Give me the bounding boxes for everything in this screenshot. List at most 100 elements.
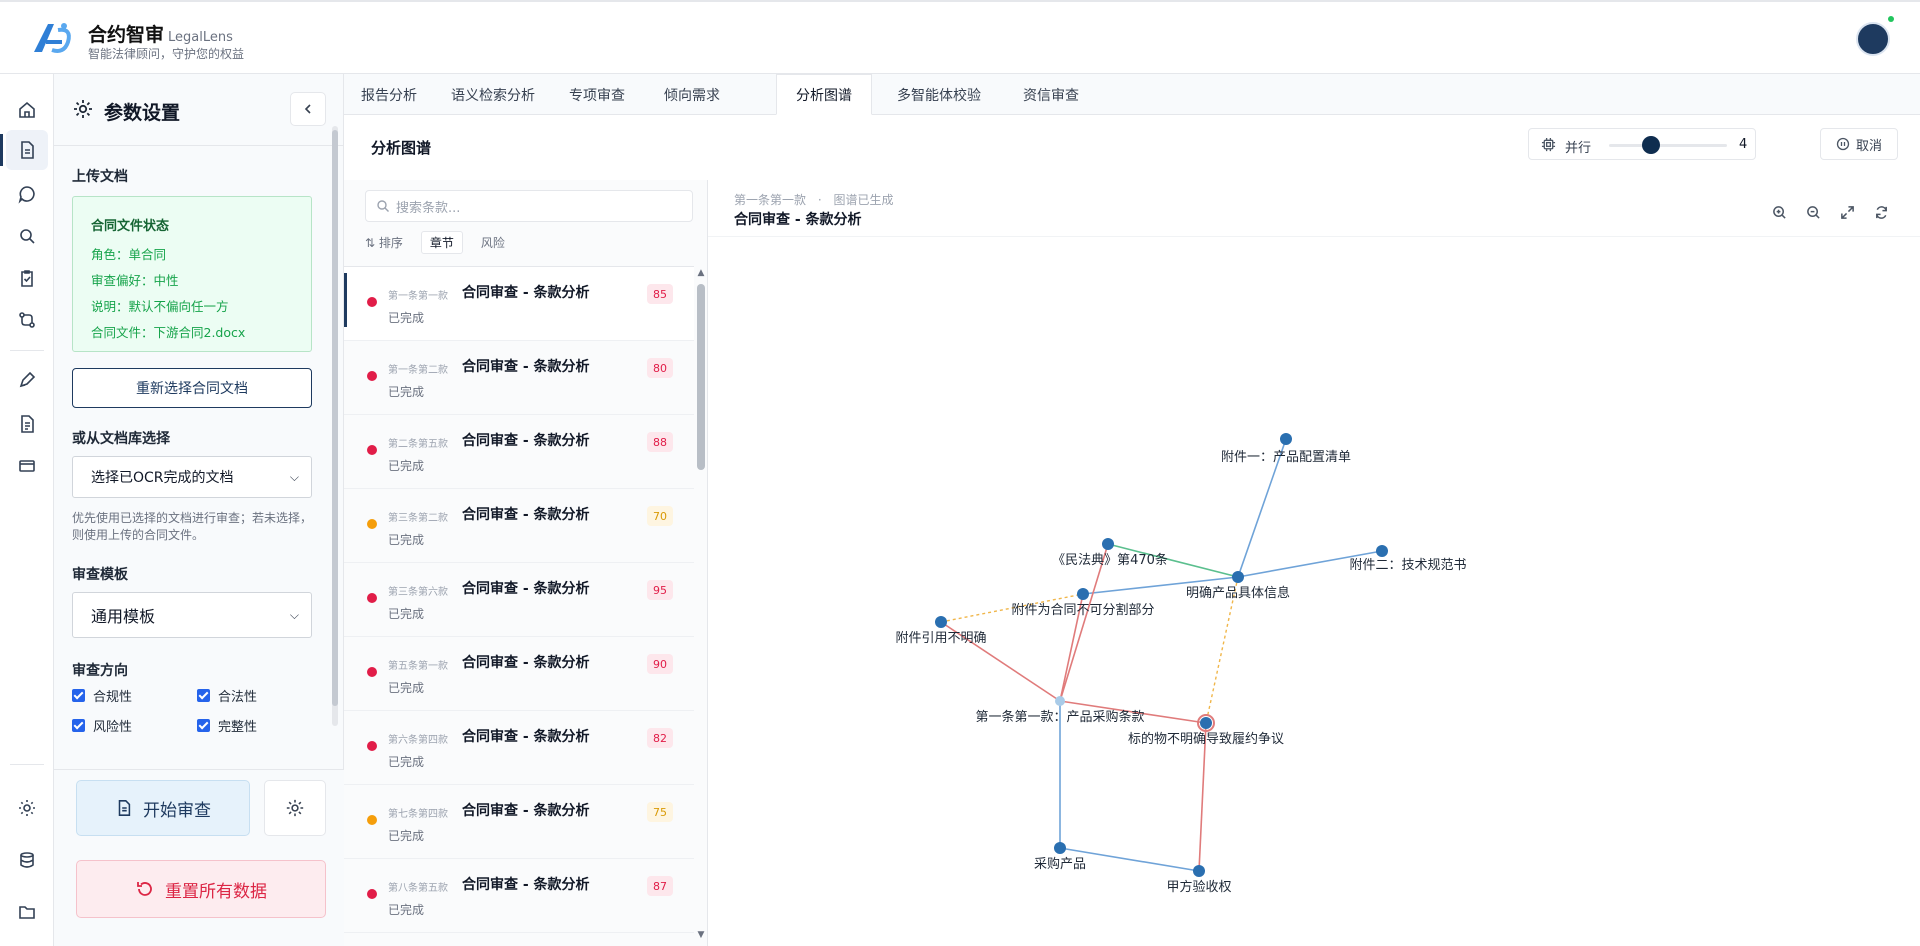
graph-node-label: 附件一：产品配置清单	[1221, 450, 1351, 465]
graph-node[interactable]	[1193, 865, 1205, 877]
status-title: 合同文件状态	[91, 219, 170, 234]
clause-list-scrollbar[interactable]: ▲ ▼	[696, 266, 706, 946]
clause-item[interactable]: 第一条第二款 合同审查 - 条款分析 已完成 80	[344, 341, 694, 415]
checkbox-checked[interactable]	[197, 719, 210, 732]
tab-report[interactable]: 报告分析	[344, 74, 434, 115]
review-settings-button[interactable]	[264, 780, 326, 836]
home-icon[interactable]	[6, 90, 48, 130]
scroll-up-arrow[interactable]: ▲	[696, 268, 706, 278]
check-label: 风险性	[93, 720, 133, 735]
clause-code: 第一条第二款	[388, 365, 448, 376]
reselect-contract-button[interactable]: 重新选择合同文档	[72, 368, 312, 408]
sort-by-section[interactable]: 章节	[420, 230, 463, 254]
risk-score-badge: 80	[647, 358, 673, 378]
clause-state: 已完成	[388, 681, 425, 695]
search-icon[interactable]	[6, 216, 48, 256]
scroll-thumb[interactable]	[697, 284, 705, 470]
risk-dot	[367, 519, 377, 529]
risk-score-badge: 95	[647, 580, 673, 600]
checkbox-checked[interactable]	[72, 719, 85, 732]
card-icon[interactable]	[6, 446, 48, 486]
chat-icon[interactable]	[6, 174, 48, 214]
risk-score-badge: 87	[647, 876, 673, 896]
graph-node[interactable]	[1232, 571, 1244, 583]
scroll-down-arrow[interactable]: ▼	[696, 930, 706, 940]
graph-node[interactable]	[935, 616, 947, 628]
clause-item[interactable]: 第三条第二款 合同审查 - 条款分析 已完成 70	[344, 489, 694, 563]
clause-item[interactable]: 第五条第一款 合同审查 - 条款分析 已完成 90	[344, 637, 694, 711]
scroll-thumb[interactable]	[332, 130, 338, 706]
knowledge-graph[interactable]: 附件一：产品配置清单《民法典》第470条 附件二：技术规范书明确产品具体信息附件为…	[708, 180, 1920, 946]
library-select[interactable]: 选择已OCR完成的文档 ⌵	[72, 456, 312, 498]
nav-rail	[0, 74, 54, 946]
database-icon[interactable]	[6, 840, 48, 880]
clause-state: 已完成	[388, 903, 425, 917]
graph-node[interactable]	[1376, 545, 1388, 557]
settings-title: 参数设置	[104, 102, 181, 124]
folder-icon[interactable]	[6, 892, 48, 932]
start-review-button[interactable]: 开始审查	[76, 780, 250, 836]
graph-node[interactable]	[1102, 538, 1114, 550]
risk-score-badge: 82	[647, 728, 673, 748]
clause-code: 第五条第一款	[388, 661, 448, 672]
file-text-icon[interactable]	[6, 404, 48, 444]
clause-item[interactable]: 第二条第五款 合同审查 - 条款分析 已完成 88	[344, 415, 694, 489]
check-compliance[interactable]: 合规性	[72, 686, 132, 705]
tab-semantic[interactable]: 语义检索分析	[434, 74, 552, 115]
sort-button[interactable]: ⇅ 排序	[365, 232, 411, 253]
clause-search-input[interactable]: 搜索条款...	[365, 190, 693, 222]
template-select[interactable]: 通用模板 ⌵	[72, 592, 312, 638]
pause-circle-icon	[1836, 137, 1850, 151]
tab-multi-agent[interactable]: 多智能体校验	[874, 74, 1004, 115]
graph-node-label: 第一条第一款：产品采购条款	[975, 709, 1144, 725]
user-avatar[interactable]	[1856, 22, 1890, 56]
clipboard-check-icon[interactable]	[6, 258, 48, 298]
clause-item[interactable]: 第八条第五款 合同审查 - 条款分析 已完成 87	[344, 859, 694, 933]
reset-all-button[interactable]: 重置所有数据	[76, 860, 326, 918]
graph-node[interactable]	[1054, 842, 1066, 854]
risk-score-badge: 90	[647, 654, 673, 674]
clause-item[interactable]: 第六条第四款 合同审查 - 条款分析 已完成 82	[344, 711, 694, 785]
tab-analysis-graph[interactable]: 分析图谱	[776, 74, 872, 115]
document-icon[interactable]	[0, 130, 48, 170]
git-compare-icon[interactable]	[6, 300, 48, 340]
risk-dot	[367, 667, 377, 677]
graph-node[interactable]	[1200, 717, 1212, 729]
check-risk[interactable]: 风险性	[72, 716, 132, 735]
clause-item[interactable]: 第三条第六款 合同审查 - 条款分析 已完成 95	[344, 563, 694, 637]
sort-by-risk[interactable]: 风险	[473, 232, 513, 253]
parallel-slider-handle[interactable]	[1642, 136, 1661, 154]
clause-item[interactable]: 第七条第四款 合同审查 - 条款分析 已完成 75	[344, 785, 694, 859]
graph-node-label: 附件为合同不可分割部分	[1011, 602, 1154, 618]
check-legality[interactable]: 合法性	[197, 686, 257, 705]
risk-score-badge: 70	[647, 506, 673, 526]
content-title: 分析图谱	[371, 139, 432, 157]
clause-state: 已完成	[388, 311, 425, 325]
app-name-en: LegalLens	[168, 30, 233, 45]
checkbox-checked[interactable]	[197, 689, 210, 702]
clause-code: 第一条第一款	[388, 291, 448, 302]
risk-dot	[367, 815, 377, 825]
collapse-panel-button[interactable]	[290, 92, 326, 126]
online-indicator	[1888, 16, 1894, 22]
chevron-down-icon: ⌵	[289, 469, 299, 484]
check-completeness[interactable]: 完整性	[197, 716, 257, 735]
cancel-button[interactable]: 取消	[1820, 128, 1898, 160]
cancel-label: 取消	[1855, 138, 1882, 154]
tab-preference[interactable]: 倾向需求	[642, 74, 742, 115]
tab-credit[interactable]: 资信审查	[1006, 74, 1096, 115]
tab-special[interactable]: 专项审查	[552, 74, 642, 115]
graph-node[interactable]	[1077, 588, 1089, 600]
clause-list: 第一条第一款 合同审查 - 条款分析 已完成 85 第一条第二款 合同审查 - 条款分析已…	[344, 266, 694, 946]
graph-node[interactable]	[1280, 433, 1292, 445]
panel-scrollbar[interactable]	[332, 126, 338, 726]
graph-node-label: 标的物不明确导致履约争议	[1128, 731, 1284, 747]
pen-icon[interactable]	[6, 360, 48, 400]
clause-state: 已完成	[388, 459, 425, 473]
checkbox-checked[interactable]	[72, 689, 85, 702]
clause-item[interactable]: 第一条第一款 合同审查 - 条款分析 已完成 85	[344, 267, 694, 341]
graph-node[interactable]	[1055, 696, 1065, 706]
parallel-slider[interactable]	[1609, 144, 1727, 147]
library-select-value: 选择已OCR完成的文档	[91, 470, 234, 486]
settings-icon[interactable]	[6, 788, 48, 828]
